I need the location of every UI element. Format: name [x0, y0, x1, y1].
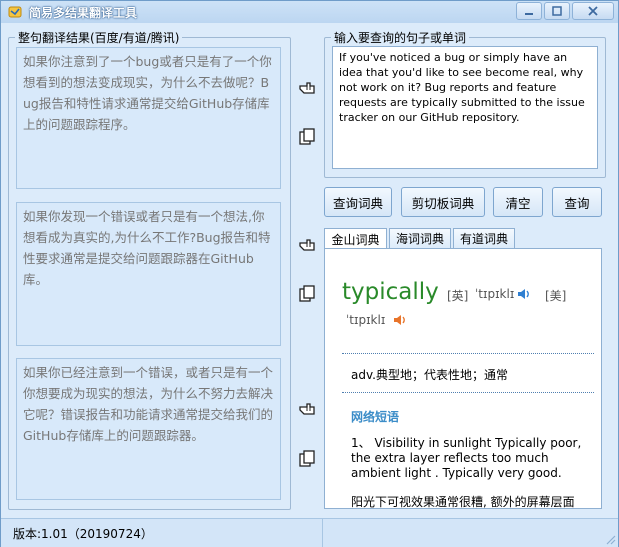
close-icon: [588, 6, 598, 16]
main-window: 简易多结果翻译工具 整句翻译结果(百度/有道/腾讯) 如果你注意到了一个bug或…: [0, 0, 619, 547]
translation-results-title: 整句翻译结果(百度/有道/腾讯): [15, 29, 183, 46]
speaker-uk-icon[interactable]: [517, 287, 531, 301]
us-phonetic: ˈtɪpɪklɪ: [346, 313, 386, 327]
tab-haici[interactable]: 海词词典: [389, 228, 451, 248]
version-text: 版本:1.01（20190724）: [13, 527, 153, 541]
hand-pointer-icon[interactable]: [297, 77, 317, 97]
baidu-result-box[interactable]: 如果你注意到了一个bug或者只是有了一个你想看到的想法变成现实，为什么不去做呢？…: [16, 47, 281, 189]
web-phrases-title: 网络短语: [351, 410, 400, 424]
clipboard-dict-button[interactable]: 剪切板词典: [401, 187, 485, 217]
minimize-button[interactable]: [516, 2, 542, 20]
query-button[interactable]: 查询: [552, 187, 602, 217]
uk-phonetic: ˈtɪpɪklɪ: [475, 287, 515, 301]
lookup-dict-label: 查询词典: [332, 195, 383, 211]
maximize-icon: [552, 6, 562, 16]
query-input[interactable]: If you've noticed a bug or simply have a…: [332, 46, 598, 169]
example-chinese: 阳光下可视效果通常很糟, 额外的屏幕层面: [351, 495, 575, 509]
divider: [342, 353, 594, 354]
title-bar[interactable]: 简易多结果翻译工具: [1, 1, 618, 23]
example-english: 1、 Visibility in sunlight Typically poor…: [351, 436, 582, 480]
status-bar: 版本:1.01（20190724）: [1, 518, 618, 547]
tab-youdao-label: 有道词典: [459, 232, 508, 246]
dict-meaning: adv.典型地；代表性地；通常: [351, 368, 508, 382]
resize-grip-icon[interactable]: [604, 533, 616, 545]
uk-label: [英]: [447, 289, 469, 303]
input-group-title: 输入要查询的句子或单词: [331, 29, 470, 46]
status-divider: [322, 519, 323, 547]
clear-button[interactable]: 清空: [493, 187, 543, 217]
dict-word: typically: [342, 279, 439, 305]
copy-icon[interactable]: [297, 284, 317, 304]
query-label: 查询: [564, 195, 590, 211]
copy-icon[interactable]: [297, 127, 317, 147]
dictionary-panel[interactable]: typically [英] ˈtɪpɪklɪ [美] ˈtɪpɪklɪ adv.…: [324, 248, 602, 509]
clear-label: 清空: [505, 195, 531, 211]
us-label: [美]: [545, 289, 567, 303]
close-button[interactable]: [572, 2, 614, 20]
app-icon: [8, 6, 22, 18]
hand-pointer-icon[interactable]: [297, 234, 317, 254]
youdao-result-box[interactable]: 如果你发现一个错误或者只是有一个想法,你想看成为真实的,为什么不工作?Bug报告…: [16, 202, 281, 346]
copy-icon[interactable]: [297, 449, 317, 469]
maximize-button[interactable]: [544, 2, 570, 20]
tab-youdao[interactable]: 有道词典: [453, 228, 515, 248]
divider: [342, 392, 594, 393]
window-title: 简易多结果翻译工具: [29, 6, 138, 20]
tab-haici-label: 海词词典: [395, 232, 444, 246]
tab-jinshan-label: 金山词典: [331, 232, 380, 247]
clipboard-dict-label: 剪切板词典: [411, 195, 475, 211]
lookup-dict-button[interactable]: 查询词典: [324, 187, 392, 217]
tab-jinshan[interactable]: 金山词典: [324, 228, 387, 249]
speaker-us-icon[interactable]: [393, 313, 407, 327]
hand-pointer-icon[interactable]: [297, 398, 317, 418]
tencent-result-box[interactable]: 如果你已经注意到一个错误，或者只是有一个你想要成为现实的想法，为什么不努力去解决…: [16, 358, 281, 500]
minimize-icon: [525, 13, 533, 15]
